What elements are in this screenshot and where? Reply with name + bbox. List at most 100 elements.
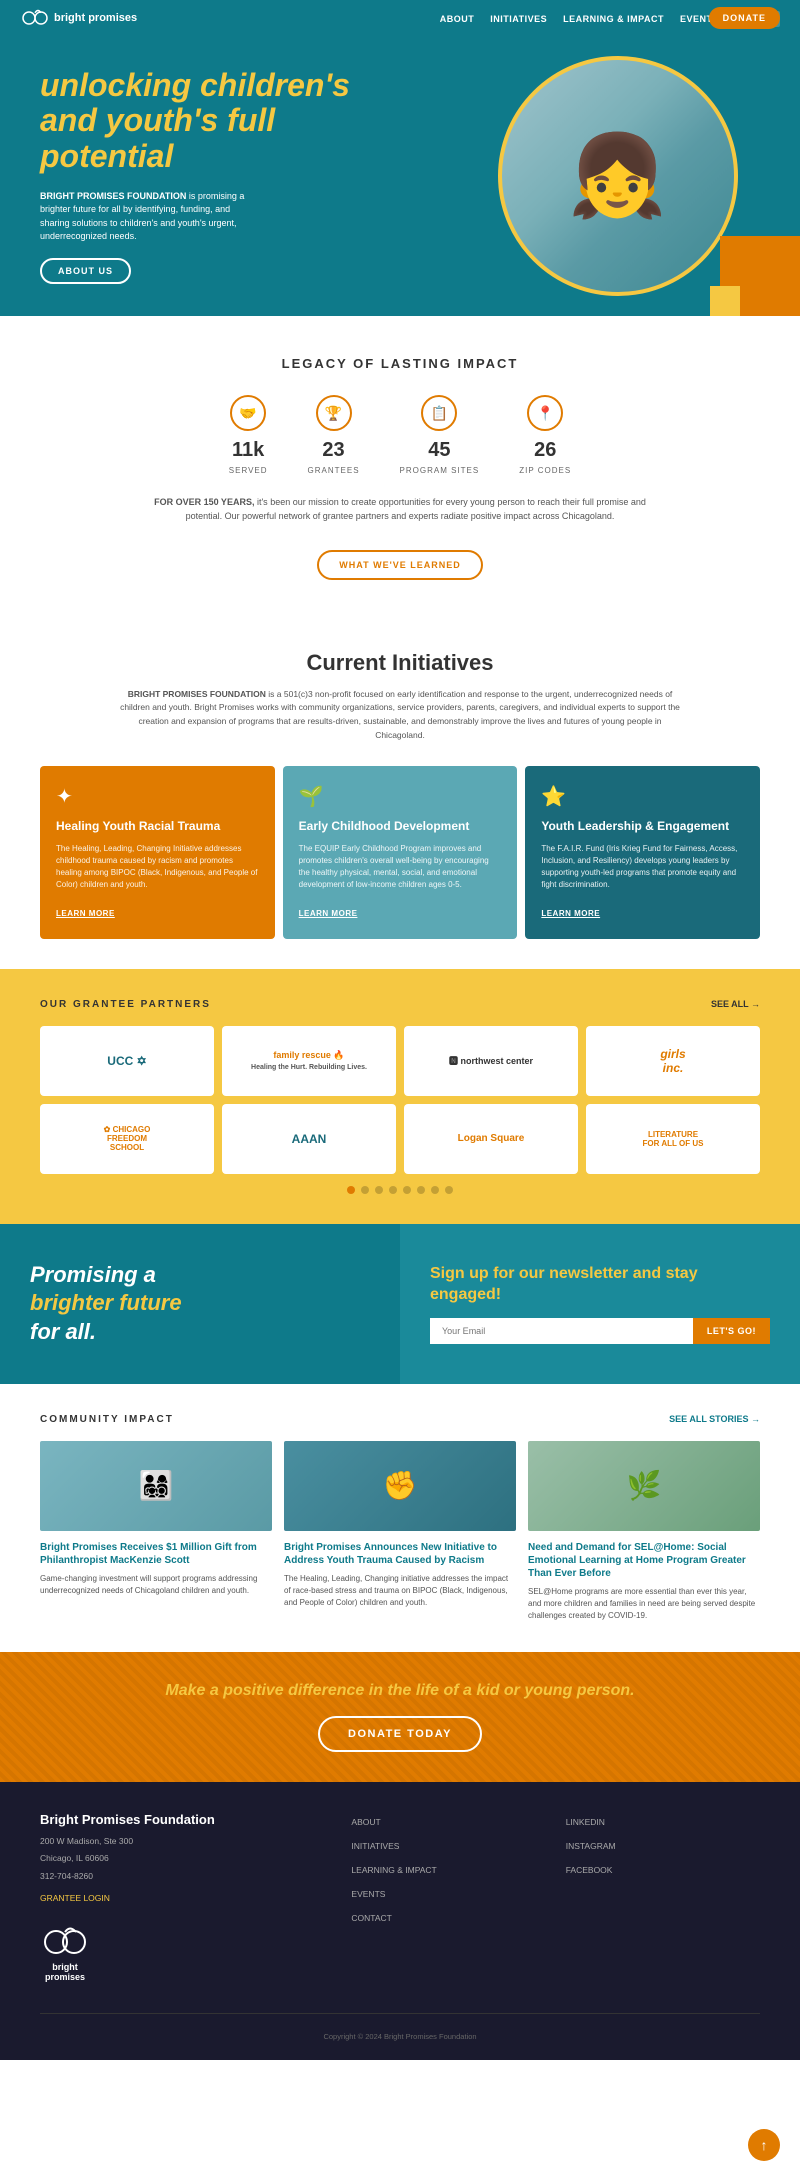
footer-bottom: Copyright © 2024 Bright Promises Foundat… [40,2013,760,2044]
grantee-card-northwest[interactable]: 🅽 northwest center [404,1026,578,1096]
cta-donate-button[interactable]: DONATE TODAY [318,1716,482,1752]
initiatives-description: BRIGHT PROMISES FOUNDATION is a 501(c)3 … [120,688,680,742]
initiative-title-3: Youth Leadership & Engagement [541,819,744,835]
stat-zipcodes: 📍 26 ZIP CODES [519,395,571,475]
stat-icon-programs: 📋 [421,395,457,431]
initiative-card-3: ⭐ Youth Leadership & Engagement The F.A.… [525,766,760,939]
initiative-link-3[interactable]: LEARN MORE [541,909,600,918]
community-title: COMMUNITY IMPACT [40,1414,174,1425]
stat-label-zipcodes: ZIP CODES [519,466,571,475]
initiative-card-1: ✦ Healing Youth Racial Trauma The Healin… [40,766,275,939]
initiative-icon-3: ⭐ [541,784,744,809]
dot-4[interactable] [389,1186,397,1194]
dot-5[interactable] [403,1186,411,1194]
initiative-desc-1: The Healing, Leading, Changing Initiativ… [56,843,259,891]
grantee-logo-aaan: AAAN [292,1132,327,1146]
newsletter-email-input[interactable] [430,1318,693,1344]
impact-title: LEGACY OF LASTING IMPACT [20,356,780,371]
footer-link-events[interactable]: EVENTS [351,1889,385,1899]
community-image-3: 🌿 [528,1441,760,1531]
grantee-logo-ucc: UCC ✡ [107,1054,146,1068]
initiative-link-1[interactable]: LEARN MORE [56,909,115,918]
stat-number-served: 11k [232,439,264,462]
footer-nav-col1: ABOUT INITIATIVES LEARNING & IMPACT EVEN… [351,1812,545,1983]
footer-top: Bright Promises Foundation 200 W Madison… [40,1812,760,1983]
cta-text: Make a positive difference in the life o… [40,1682,760,1700]
community-section: COMMUNITY IMPACT SEE ALL STORIES → 👨‍👩‍👧… [0,1384,800,1652]
grantee-see-all[interactable]: SEE ALL → [711,999,760,1009]
newsletter-right: Sign up for our newsletter and stay enga… [400,1224,800,1384]
grantee-card-logan[interactable]: Logan Square [404,1104,578,1174]
footer-link-instagram[interactable]: INSTAGRAM [566,1841,616,1851]
nav-about[interactable]: ABOUT [440,14,475,24]
newsletter-section: Promising a brighter future for all. Sig… [0,1224,800,1384]
footer-link-initiatives[interactable]: INITIATIVES [351,1841,399,1851]
grantee-card-ucc[interactable]: UCC ✡ [40,1026,214,1096]
footer-logo-area: brightpromises [40,1922,331,1984]
footer-phone: 312-704-8260 [40,1870,331,1884]
stat-label-programs: PROGRAM SITES [400,466,480,475]
grantee-card-family[interactable]: family rescue 🔥Healing the Hurt. Rebuild… [222,1026,396,1096]
initiative-link-2[interactable]: LEARN MORE [299,909,358,918]
initiatives-grid: ✦ Healing Youth Racial Trauma The Healin… [40,766,760,939]
grantee-logo-northwest: 🅽 northwest center [449,1054,533,1067]
community-see-all[interactable]: SEE ALL STORIES → [669,1414,760,1424]
what-learned-button[interactable]: WHAT WE'VE LEARNED [317,550,482,580]
dot-7[interactable] [431,1186,439,1194]
footer-grantee-login[interactable]: GRANTEE LOGIN [40,1893,110,1903]
footer-link-learning[interactable]: LEARNING & IMPACT [351,1865,436,1875]
footer-link-facebook[interactable]: FACEBOOK [566,1865,613,1875]
footer-copyright: Copyright © 2024 Bright Promises Foundat… [323,2032,476,2041]
hero-about-button[interactable]: ABOUT US [40,258,131,284]
community-card-1: 👨‍👩‍👧‍👦 Bright Promises Receives $1 Mill… [40,1441,272,1622]
footer-link-contact[interactable]: CONTACT [351,1913,391,1923]
grantee-card-aaan[interactable]: AAAN [222,1104,396,1174]
dot-2[interactable] [361,1186,369,1194]
newsletter-tagline: Promising a brighter future for all. [30,1261,182,1347]
hero-yellow-accent [710,286,740,316]
footer-brand-name: Bright Promises Foundation [40,1812,331,1827]
newsletter-submit-button[interactable]: LET'S GO! [693,1318,770,1344]
nav-logo[interactable]: bright promises [20,6,137,30]
grantee-logo-literature: LITERATUREFOR ALL OF US [643,1130,704,1148]
newsletter-heading: Sign up for our newsletter and stay enga… [430,1264,770,1306]
nav-learning[interactable]: LEARNING & IMPACT [563,14,664,24]
grantee-card-literature[interactable]: LITERATUREFOR ALL OF US [586,1104,760,1174]
stat-grantees: 🏆 23 GRANTEES [308,395,360,475]
grantee-grid: UCC ✡ family rescue 🔥Healing the Hurt. R… [40,1026,760,1174]
initiative-icon-1: ✦ [56,784,259,809]
stat-served: 🤝 11k SERVED [229,395,268,475]
stat-icon-grantees: 🏆 [316,395,352,431]
dot-6[interactable] [417,1186,425,1194]
initiative-desc-2: The EQUIP Early Childhood Program improv… [299,843,502,891]
hero-description: BRIGHT PROMISES FOUNDATION is promising … [40,190,260,244]
navigation: bright promises ABOUT INITIATIVES LEARNI… [0,0,800,36]
community-card-desc-3: SEL@Home programs are more essential tha… [528,1586,760,1622]
grantee-title: OUR GRANTEE PARTNERS [40,999,211,1010]
footer-brand: Bright Promises Foundation 200 W Madison… [40,1812,331,1983]
nav-initiatives[interactable]: INITIATIVES [490,14,547,24]
dot-8[interactable] [445,1186,453,1194]
scroll-top-button[interactable]: ↑ [748,2129,780,2161]
grantee-logo-girls: girlsinc. [660,1047,685,1075]
nav-donate-button[interactable]: DONATE [709,7,780,29]
grantee-card-girls[interactable]: girlsinc. [586,1026,760,1096]
grantee-logo-family: family rescue 🔥Healing the Hurt. Rebuild… [251,1050,367,1071]
community-card-title-1[interactable]: Bright Promises Receives $1 Million Gift… [40,1541,272,1567]
footer-link-about[interactable]: ABOUT [351,1817,380,1827]
dot-3[interactable] [375,1186,383,1194]
initiative-card-2: 🌱 Early Childhood Development The EQUIP … [283,766,518,939]
community-card-3: 🌿 Need and Demand for SEL@Home: Social E… [528,1441,760,1622]
grantee-logo-logan: Logan Square [458,1133,525,1144]
impact-stats: 🤝 11k SERVED 🏆 23 GRANTEES 📋 45 PROGRAM … [20,395,780,475]
hero-title: unlocking children's and youth's full po… [40,68,405,174]
community-card-title-2[interactable]: Bright Promises Announces New Initiative… [284,1541,516,1567]
community-header: COMMUNITY IMPACT SEE ALL STORIES → [40,1414,760,1425]
dot-1[interactable] [347,1186,355,1194]
stat-number-zipcodes: 26 [534,439,556,462]
grantee-section: OUR GRANTEE PARTNERS SEE ALL → UCC ✡ fam… [0,969,800,1224]
footer-link-linkedin[interactable]: LINKEDIN [566,1817,605,1827]
grantee-card-chicago[interactable]: ✿ CHICAGOFREEDOMSCHOOL [40,1104,214,1174]
community-card-title-3[interactable]: Need and Demand for SEL@Home: Social Emo… [528,1541,760,1580]
newsletter-left: Promising a brighter future for all. [0,1224,400,1384]
